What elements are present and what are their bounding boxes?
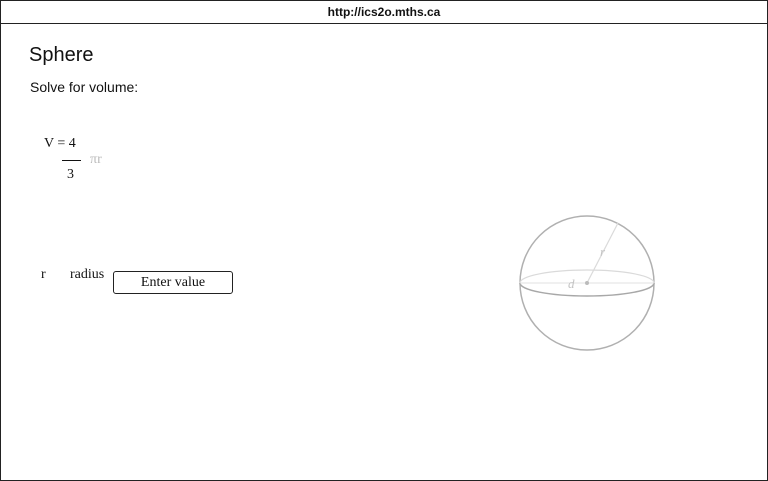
formula-denominator: 3 [67,167,74,182]
radius-label: r [600,244,606,259]
volume-formula: V = 4 3 πr [44,136,124,186]
fraction-bar [62,160,81,161]
browser-window: http://ics2o.mths.ca Sphere Solve for vo… [0,0,768,481]
formula-pi-r: πr [90,152,102,167]
formula-lhs: V = 4 [44,136,76,151]
variable-symbol: r [41,267,46,282]
center-point [585,281,589,285]
instruction-text: Solve for volume: [30,79,139,95]
page-content: Sphere Solve for volume: V = 4 3 πr r ra… [1,24,767,480]
radius-input[interactable] [113,271,233,294]
address-bar[interactable]: http://ics2o.mths.ca [1,1,767,24]
sphere-diagram: r d [519,215,655,351]
variable-name: radius [70,267,105,282]
diameter-label: d [568,276,575,291]
page-title: Sphere [29,44,94,66]
url-text: http://ics2o.mths.ca [327,5,441,19]
